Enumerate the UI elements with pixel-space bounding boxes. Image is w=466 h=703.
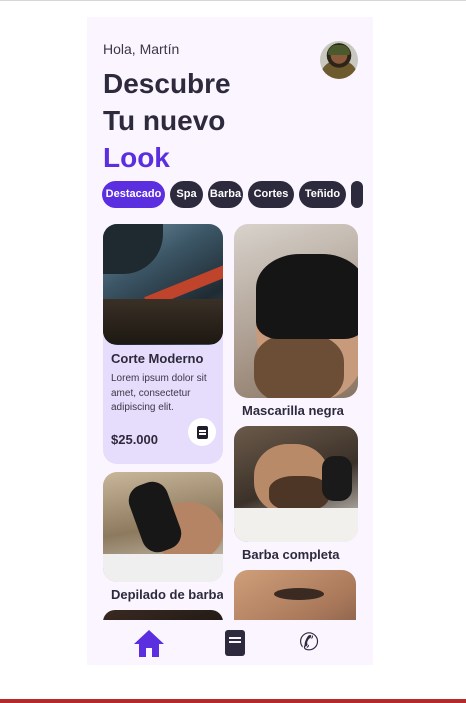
chip-cortes[interactable]: Cortes [248, 181, 294, 208]
service-card-closeup[interactable] [234, 570, 356, 620]
featured-photo [103, 224, 223, 345]
service-photo [234, 426, 358, 542]
service-title: Mascarilla negra [242, 403, 344, 418]
service-card-mascarilla[interactable]: Mascarilla negra [234, 224, 358, 424]
featured-title: Corte Moderno [111, 351, 204, 366]
chip-spa[interactable]: Spa [170, 181, 203, 208]
phone-icon[interactable]: ✆ [299, 630, 325, 656]
photo-apron [103, 554, 223, 582]
featured-card[interactable]: Corte Moderno Lorem ipsum dolor sit amet… [103, 224, 223, 464]
book-button[interactable] [188, 418, 216, 446]
featured-price: $25.000 [111, 432, 158, 447]
chip-tenido[interactable]: Teñido [299, 181, 346, 208]
chip-destacado[interactable]: Destacado [102, 181, 165, 208]
book-icon[interactable] [225, 630, 245, 656]
avatar-cap [328, 45, 350, 55]
service-title: Depilado de barba [111, 587, 223, 602]
hero-accent: Look [103, 142, 170, 173]
chip-barba[interactable]: Barba [208, 181, 243, 208]
service-photo [103, 610, 223, 620]
bottom-nav: ✆ [87, 620, 373, 665]
chip-overflow[interactable] [351, 181, 363, 208]
home-roof [134, 630, 164, 644]
home-icon[interactable] [134, 630, 164, 658]
photo-hair [103, 299, 223, 344]
photo-mask [256, 254, 358, 339]
greeting-text: Hola, Martín [103, 41, 180, 57]
book-icon [197, 426, 208, 439]
hero-line-1: Descubre [103, 68, 231, 99]
photo-hand [103, 224, 163, 274]
photo-apron [234, 508, 358, 542]
bottom-border [0, 699, 466, 703]
photo-eye [274, 588, 324, 600]
service-photo [234, 570, 356, 620]
service-photo [103, 472, 223, 582]
hero-line-2: Tu nuevo [103, 105, 226, 136]
home-door [146, 648, 152, 657]
service-photo [234, 224, 358, 398]
photo-glove [322, 456, 352, 501]
photo-glove [124, 477, 186, 557]
top-border [0, 0, 466, 1]
service-title: Barba completa [242, 547, 340, 562]
photo-beard [254, 334, 344, 398]
service-card-barba[interactable]: Barba completa [234, 426, 358, 566]
app-screen: Hola, Martín Descubre Tu nuevo Look Dest… [87, 17, 373, 665]
hero-title: Descubre Tu nuevo Look [103, 65, 231, 176]
service-card-partial[interactable] [103, 610, 223, 620]
category-chips: Destacado Spa Barba Cortes Teñido [102, 181, 373, 209]
service-card-depilado[interactable]: Depilado de barba [103, 472, 223, 607]
user-avatar[interactable] [320, 41, 358, 79]
featured-description: Lorem ipsum dolor sit amet, consectetur … [111, 373, 207, 413]
photo-beard [269, 476, 329, 511]
